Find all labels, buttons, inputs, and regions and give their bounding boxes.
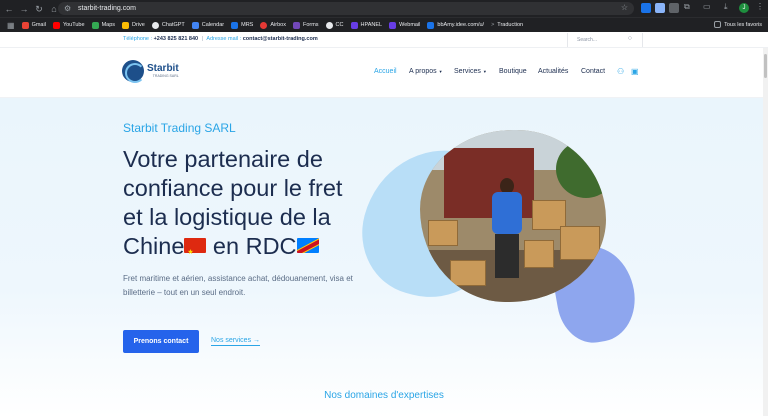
download-icon[interactable]: ⤓	[724, 2, 728, 12]
bookmark-item[interactable]: Maps	[91, 21, 115, 29]
folder-icon	[714, 21, 722, 28]
bookmark-item[interactable]: YouTube	[52, 21, 85, 29]
image-tree	[556, 140, 606, 198]
nav-item-boutique[interactable]: Boutique	[499, 68, 527, 75]
bookmark-item[interactable]: Webmail	[389, 21, 420, 29]
chevron-down-icon: ▼	[438, 68, 443, 74]
profile-avatar[interactable]: J	[739, 3, 749, 13]
headline-line: en RDC	[206, 233, 297, 259]
site-info-icon[interactable]: ⚙	[64, 4, 74, 13]
headline-line: et la logistique de la	[123, 204, 331, 230]
hpanel-icon	[350, 21, 358, 29]
hero-image	[420, 130, 606, 302]
bookmark-item[interactable]: bbAmy.idee.com/u/	[427, 21, 484, 29]
search-icon[interactable]: ○	[628, 35, 632, 42]
logo-text: Starbit TRADING SARL	[147, 63, 179, 79]
contact-button[interactable]: Prenons contact	[123, 330, 199, 353]
extension-icon[interactable]	[641, 3, 651, 13]
drc-flag-icon	[296, 238, 319, 254]
search-input[interactable]: Search... ○	[567, 33, 643, 47]
reload-icon[interactable]: ↻	[33, 3, 45, 15]
search-placeholder: Search...	[577, 37, 598, 43]
bookmark-item[interactable]: Drive	[122, 21, 145, 29]
chatgpt-icon	[151, 21, 159, 29]
bookmark-item[interactable]: ChatGPT	[151, 21, 185, 29]
image-box	[428, 220, 458, 246]
bookmark-item[interactable]: MRS	[231, 21, 253, 29]
bookmark-item[interactable]: Calendar	[191, 21, 224, 29]
nav-label: Services	[454, 68, 481, 75]
extension-icon[interactable]	[669, 3, 679, 13]
nav-label: A propos	[409, 68, 437, 75]
browser-toolbar: ← → ↻ ⌂ ⚙ starbit-trading.com ☆ ⧉ ▭ ⤓ J …	[0, 0, 768, 17]
scrollbar-thumb[interactable]	[764, 54, 767, 78]
image-box	[560, 226, 600, 260]
back-icon[interactable]: ←	[3, 3, 15, 15]
nav-item-accueil[interactable]: Accueil	[374, 68, 397, 75]
apps-grid-icon[interactable]: ▦	[7, 21, 15, 30]
bookmark-item[interactable]: Forms	[292, 21, 319, 29]
hero-eyebrow: Starbit Trading SARL	[123, 121, 236, 135]
bookmark-item[interactable]: > Traduction	[491, 22, 523, 28]
nav-item-a-propos[interactable]: A propos ▼	[409, 68, 443, 75]
contact-topbar: Téléphone : +243 825 821 840 | Adresse m…	[0, 32, 768, 48]
tab-search-icon[interactable]: ▭	[703, 2, 711, 11]
address-url: starbit-trading.com	[78, 5, 136, 12]
nav-item-services[interactable]: Services ▼	[454, 68, 487, 75]
drive-icon	[122, 21, 130, 29]
logo-mark-icon	[122, 60, 145, 83]
image-box	[524, 240, 554, 268]
nav-item-contact[interactable]: Contact	[581, 68, 605, 75]
calendar-icon	[191, 21, 199, 29]
webmail-icon	[389, 21, 397, 29]
bookmark-item[interactable]: HPANEL	[350, 21, 382, 29]
brand-tagline: TRADING SARL	[152, 74, 179, 78]
extensions-puzzle-icon[interactable]: ⧉	[684, 2, 690, 12]
address-bar[interactable]: ⚙ starbit-trading.com ☆	[58, 2, 634, 15]
bookmark-item[interactable]: Gmail	[21, 21, 46, 29]
divider: |	[201, 36, 204, 42]
mrs-icon	[231, 21, 239, 29]
hero-description: Fret maritime et aérien, assistance acha…	[123, 274, 353, 297]
image-person-legs	[495, 234, 519, 278]
headline-line: Chine	[123, 233, 185, 259]
hero-headline: Votre partenaire de confiance pour le fr…	[123, 145, 383, 267]
brand-name: Starbit	[147, 63, 179, 74]
extension-icon[interactable]	[655, 3, 665, 13]
menu-kebab-icon[interactable]: ⋮	[756, 2, 764, 11]
image-box	[450, 260, 486, 286]
bookmark-item[interactable]: Airbox	[260, 21, 286, 29]
email-label: Adresse mail :	[206, 36, 242, 42]
gmail-icon	[21, 21, 29, 29]
globe-icon	[325, 21, 333, 29]
user-icon[interactable]: ⚇	[617, 67, 624, 76]
forward-icon[interactable]: →	[18, 3, 30, 15]
email-value[interactable]: contact@starbit-trading.com	[243, 36, 318, 42]
nav-item-actualites[interactable]: Actualités	[538, 68, 568, 75]
chevron-down-icon: ▼	[482, 68, 487, 74]
phone-label: Téléphone :	[123, 36, 153, 42]
headline-line: Votre partenaire de	[123, 146, 323, 172]
phone-value[interactable]: +243 825 821 840	[154, 36, 199, 42]
contact-info: Téléphone : +243 825 821 840 | Adresse m…	[123, 36, 318, 42]
maps-icon	[91, 21, 99, 29]
section-title: Nos domaines d'expertises	[324, 390, 444, 401]
youtube-icon	[52, 21, 60, 29]
headline-line: confiance pour le fret	[123, 175, 343, 201]
all-bookmarks[interactable]: Tous les favoris	[714, 21, 762, 28]
site-logo[interactable]: Starbit TRADING SARL	[122, 60, 179, 83]
image-person-vest	[492, 192, 522, 234]
bookmark-star-icon[interactable]: ☆	[621, 3, 628, 12]
china-flag-icon	[184, 238, 207, 267]
chevron-right-icon: >	[491, 22, 495, 28]
cart-icon[interactable]: ▣	[631, 67, 639, 76]
bookmark-item[interactable]: CC	[325, 21, 344, 29]
forms-icon	[292, 21, 300, 29]
link-icon	[427, 21, 435, 29]
airbox-icon	[260, 21, 268, 29]
page-scrollbar[interactable]	[763, 48, 768, 416]
bookmarks-bar: ▦ Gmail YouTube Maps Drive ChatGPT Calen…	[0, 17, 768, 32]
services-link[interactable]: Nos services →	[211, 337, 261, 346]
